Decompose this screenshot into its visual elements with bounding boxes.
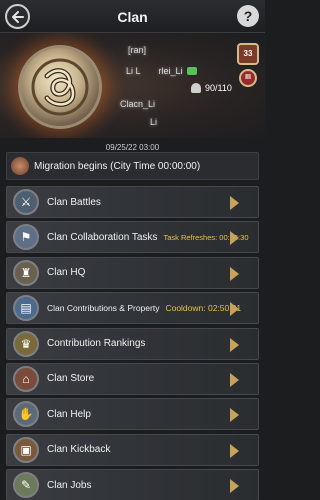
trophy-icon: ♛	[13, 330, 39, 357]
help-button[interactable]: ?	[237, 5, 259, 27]
chevron-right-icon	[230, 479, 239, 494]
rank-badge: III	[239, 69, 257, 87]
chevron-right-icon	[230, 372, 239, 387]
notice-text: Migration begins (City Time 00:00:00)	[34, 160, 201, 172]
member-count-row: 90/110	[191, 83, 232, 93]
menu-item-label: Clan Battles	[47, 196, 101, 208]
chevron-right-icon	[230, 266, 239, 281]
page-title: Clan	[117, 9, 148, 25]
officer-row: Clacn_Li	[120, 99, 155, 109]
officer-name: Clacn_Li	[120, 99, 156, 109]
menu-item-clan-kickback[interactable]: ▣ Clan Kickback	[6, 433, 259, 466]
chevron-right-icon	[230, 443, 239, 458]
menu-item-label: Clan HQ	[47, 267, 86, 279]
level-badge: 33	[237, 43, 259, 65]
clan-emblem	[18, 45, 102, 129]
chevron-right-icon	[230, 231, 239, 246]
menu-item-clan-jobs[interactable]: ✎ Clan Jobs	[6, 469, 259, 500]
leader-name: Li L	[126, 66, 141, 76]
menu-item-clan-help[interactable]: ✋ Clan Help	[6, 398, 259, 431]
members-icon	[191, 83, 201, 93]
extra-row: Li	[150, 117, 157, 127]
menu-item-clan-hq[interactable]: ♜ Clan HQ	[6, 256, 259, 289]
jobs-icon: ✎	[13, 472, 39, 499]
castle-icon: ♜	[13, 259, 39, 286]
book-icon: ▤	[13, 295, 39, 322]
chevron-right-icon	[230, 337, 239, 352]
chat-icon	[186, 67, 197, 75]
menu-item-contributions-property[interactable]: ▤ Clan Contributions & Property Cooldown…	[6, 292, 259, 325]
menu-item-label: Contribution Rankings	[47, 338, 146, 350]
clan-name: [ran]	[128, 45, 147, 55]
menu-item-collaboration-tasks[interactable]: ⚑ Clan Collaboration Tasks Task Refreshe…	[6, 221, 259, 254]
leader-row: Li L rlei_Li	[126, 66, 197, 76]
notice-date: 09/25/22 03:00	[105, 143, 160, 152]
clan-name-row: [ran]	[128, 45, 146, 55]
top-bar: Clan ?	[0, 0, 265, 33]
menu-item-label: Clan Contributions & Property	[47, 303, 160, 314]
store-icon: ⌂	[13, 365, 39, 392]
member-count: 90/110	[205, 83, 232, 93]
menu-item-label: Clan Help	[47, 408, 91, 420]
notice-bar[interactable]: Migration begins (City Time 00:00:00)	[6, 152, 259, 180]
flag-icon: ⚑	[13, 224, 39, 251]
notice-avatar-icon	[11, 157, 29, 175]
menu-item-contribution-rankings[interactable]: ♛ Contribution Rankings	[6, 327, 259, 360]
menu-item-label: Clan Collaboration Tasks	[47, 231, 158, 243]
helmet-icon: ⚔	[13, 189, 39, 215]
menu-item-label: Clan Kickback	[47, 444, 111, 456]
clan-menu: ⚔ Clan Battles ⚑ Clan Collaboration Task…	[6, 186, 259, 500]
chevron-right-icon	[230, 196, 239, 210]
menu-item-clan-store[interactable]: ⌂ Clan Store	[6, 362, 259, 395]
handshake-icon: ✋	[13, 401, 39, 428]
chest-icon: ▣	[13, 436, 39, 463]
menu-item-label: Clan Store	[47, 373, 95, 385]
chevron-right-icon	[230, 408, 239, 423]
menu-item-label: Clan Jobs	[47, 479, 92, 491]
chevron-right-icon	[230, 302, 239, 317]
menu-item-clan-battles[interactable]: ⚔ Clan Battles	[6, 186, 259, 218]
clan-banner: [ran] Li L rlei_Li 90/110 Clacn_Li Li 33…	[0, 33, 265, 138]
leader-name-2: rlei_Li	[158, 66, 183, 76]
extra-name: Li	[150, 117, 158, 127]
knot-emblem-icon	[31, 58, 89, 116]
